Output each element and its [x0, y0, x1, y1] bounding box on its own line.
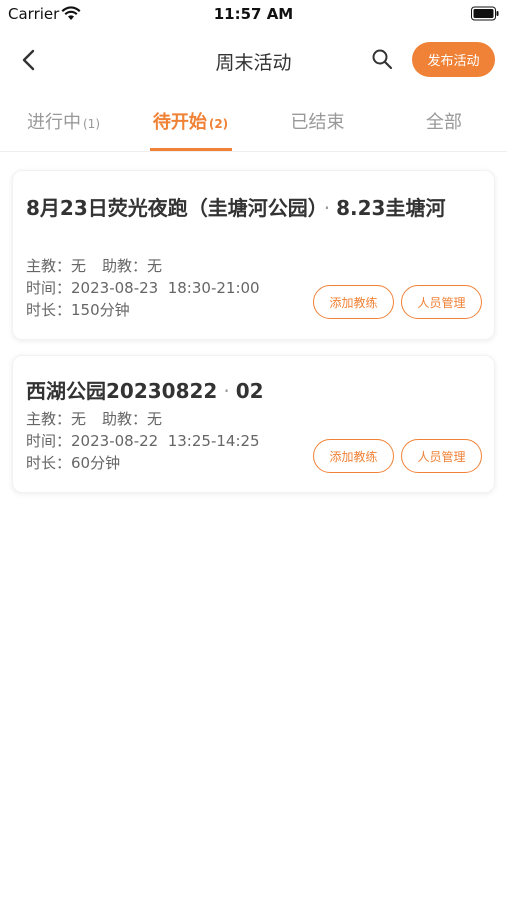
tab-label: 全部	[426, 112, 462, 133]
time-line: 时间：2023-08-22 13:25-14:25	[26, 431, 260, 451]
add-coach-button[interactable]: 添加教练	[313, 439, 394, 473]
title-separator: ·	[223, 379, 230, 403]
nav-bar: 周末活动 发布活动	[0, 36, 507, 86]
coach-label: 主教：	[26, 257, 72, 275]
time-label: 时间：	[26, 279, 72, 297]
activity-name: 8月23日荧光夜跑（圭塘河公园）	[26, 196, 318, 220]
member-manage-button[interactable]: 人员管理	[401, 439, 482, 473]
search-icon[interactable]	[371, 48, 393, 70]
activity-card[interactable]: 8月23日荧光夜跑（圭塘河公园） · 8.23圭塘河 主教：无 助教：无 时间：202…	[12, 170, 495, 340]
tab-label: 待开始	[152, 112, 207, 133]
battery-icon	[471, 6, 499, 21]
coach-line: 主教：无 助教：无	[26, 256, 162, 276]
activity-name: 西湖公园20230822	[26, 379, 218, 403]
tab-count: (1)	[83, 117, 100, 131]
activity-code: 8.23圭塘河	[336, 196, 446, 220]
assistant-label: 助教：	[102, 257, 148, 275]
activity-code: 02	[235, 379, 264, 403]
duration-value: 60分钟	[71, 454, 121, 472]
status-time: 11:57 AM	[213, 5, 294, 23]
assistant-label: 助教：	[102, 410, 148, 428]
time-value: 2023-08-23 18:30-21:00	[71, 279, 260, 297]
add-coach-button[interactable]: 添加教练	[313, 285, 394, 319]
tab-bar: 进行中 (1) 待开始 (2) 已结束 全部	[0, 100, 507, 152]
member-manage-button[interactable]: 人员管理	[401, 285, 482, 319]
tab-count: (2)	[208, 117, 229, 131]
duration-line: 时长：150分钟	[26, 300, 130, 320]
activity-title: 8月23日荧光夜跑（圭塘河公园） · 8.23圭塘河	[26, 192, 481, 224]
time-label: 时间：	[26, 432, 72, 450]
tab-all[interactable]: 全部	[381, 108, 507, 152]
assistant-value: 无	[147, 257, 163, 275]
tab-indicator	[150, 148, 232, 151]
title-separator: ·	[323, 196, 331, 220]
publish-activity-button[interactable]: 发布活动	[412, 42, 495, 77]
duration-label: 时长：	[26, 454, 72, 472]
activity-title: 西湖公园20230822 · 02	[26, 375, 481, 407]
status-bar: Carrier 11:57 AM	[0, 0, 507, 30]
tab-upcoming[interactable]: 待开始 (2)	[127, 108, 254, 152]
coach-value: 无	[71, 410, 87, 428]
coach-line: 主教：无 助教：无	[26, 409, 162, 429]
tab-label: 进行中	[27, 112, 81, 133]
duration-label: 时长：	[26, 301, 72, 319]
tab-ended[interactable]: 已结束	[254, 108, 381, 152]
duration-value: 150分钟	[71, 301, 130, 319]
duration-line: 时长：60分钟	[26, 453, 120, 473]
coach-label: 主教：	[26, 410, 72, 428]
time-value: 2023-08-22 13:25-14:25	[71, 432, 260, 450]
activity-card[interactable]: 西湖公园20230822 · 02 主教：无 助教：无 时间：2023-08-22 1…	[12, 355, 495, 493]
coach-value: 无	[71, 257, 87, 275]
assistant-value: 无	[147, 410, 163, 428]
time-line: 时间：2023-08-23 18:30-21:00	[26, 278, 260, 298]
tab-label: 已结束	[290, 112, 345, 133]
tab-in-progress[interactable]: 进行中 (1)	[0, 108, 127, 152]
